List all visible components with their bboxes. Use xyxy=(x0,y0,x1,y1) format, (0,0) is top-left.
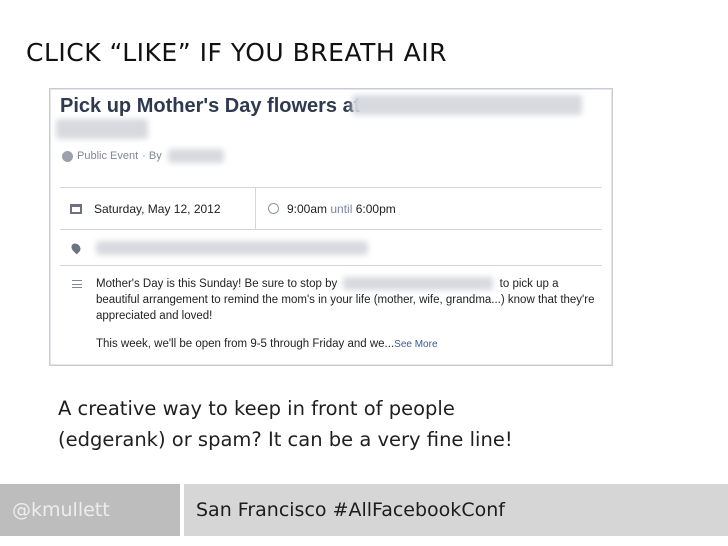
description-line2: This week, we'll be open from 9-5 throug… xyxy=(96,338,395,350)
event-time-cell: 9:00am until 6:00pm xyxy=(256,188,396,229)
location-pin-icon xyxy=(69,241,83,254)
redacted-business-inline xyxy=(343,277,494,291)
redacted-host xyxy=(167,149,224,163)
event-title: Pick up Mother's Day flowers at xyxy=(60,95,361,117)
redacted-title-continuation xyxy=(56,119,148,139)
event-by-label: · By xyxy=(142,150,162,162)
event-meta: Public Event · By xyxy=(62,149,224,163)
event-time-start: 9:00am xyxy=(287,201,328,216)
event-location-row xyxy=(60,230,602,266)
caption-line-1: A creative way to keep in front of peopl… xyxy=(58,397,455,420)
event-date: Saturday, May 12, 2012 xyxy=(94,201,221,216)
calendar-icon xyxy=(70,203,82,214)
description-part1: Mother's Day is this Sunday! Be sure to … xyxy=(96,278,338,290)
slide-title: CLICK “LIKE” IF YOU BREATH AIR xyxy=(26,38,447,67)
event-screenshot: Pick up Mother's Day flowers at Public E… xyxy=(49,88,613,366)
event-privacy: Public Event xyxy=(77,150,139,162)
redacted-location xyxy=(96,240,368,255)
globe-icon xyxy=(62,150,73,162)
event-description-row: Mother's Day is this Sunday! Be sure to … xyxy=(60,266,602,353)
event-time-until: until xyxy=(330,201,353,216)
description-icon xyxy=(72,280,82,288)
event-date-cell: Saturday, May 12, 2012 xyxy=(60,188,256,229)
event-date-row: Saturday, May 12, 2012 9:00am until 6:00… xyxy=(60,188,602,230)
event-description: Mother's Day is this Sunday! Be sure to … xyxy=(96,276,596,353)
footer-handle: @kmullett xyxy=(0,484,180,536)
footer-event: San Francisco #AllFacebookConf xyxy=(184,484,728,536)
event-details: Saturday, May 12, 2012 9:00am until 6:00… xyxy=(60,187,602,353)
event-time-end: 6:00pm xyxy=(355,201,396,216)
see-more-link[interactable]: See More xyxy=(394,339,437,350)
redacted-business-name xyxy=(352,95,582,115)
caption-line-2: (edgerank) or spam? It can be a very fin… xyxy=(58,428,513,451)
clock-icon xyxy=(268,203,279,214)
slide-caption: A creative way to keep in front of peopl… xyxy=(58,393,618,455)
